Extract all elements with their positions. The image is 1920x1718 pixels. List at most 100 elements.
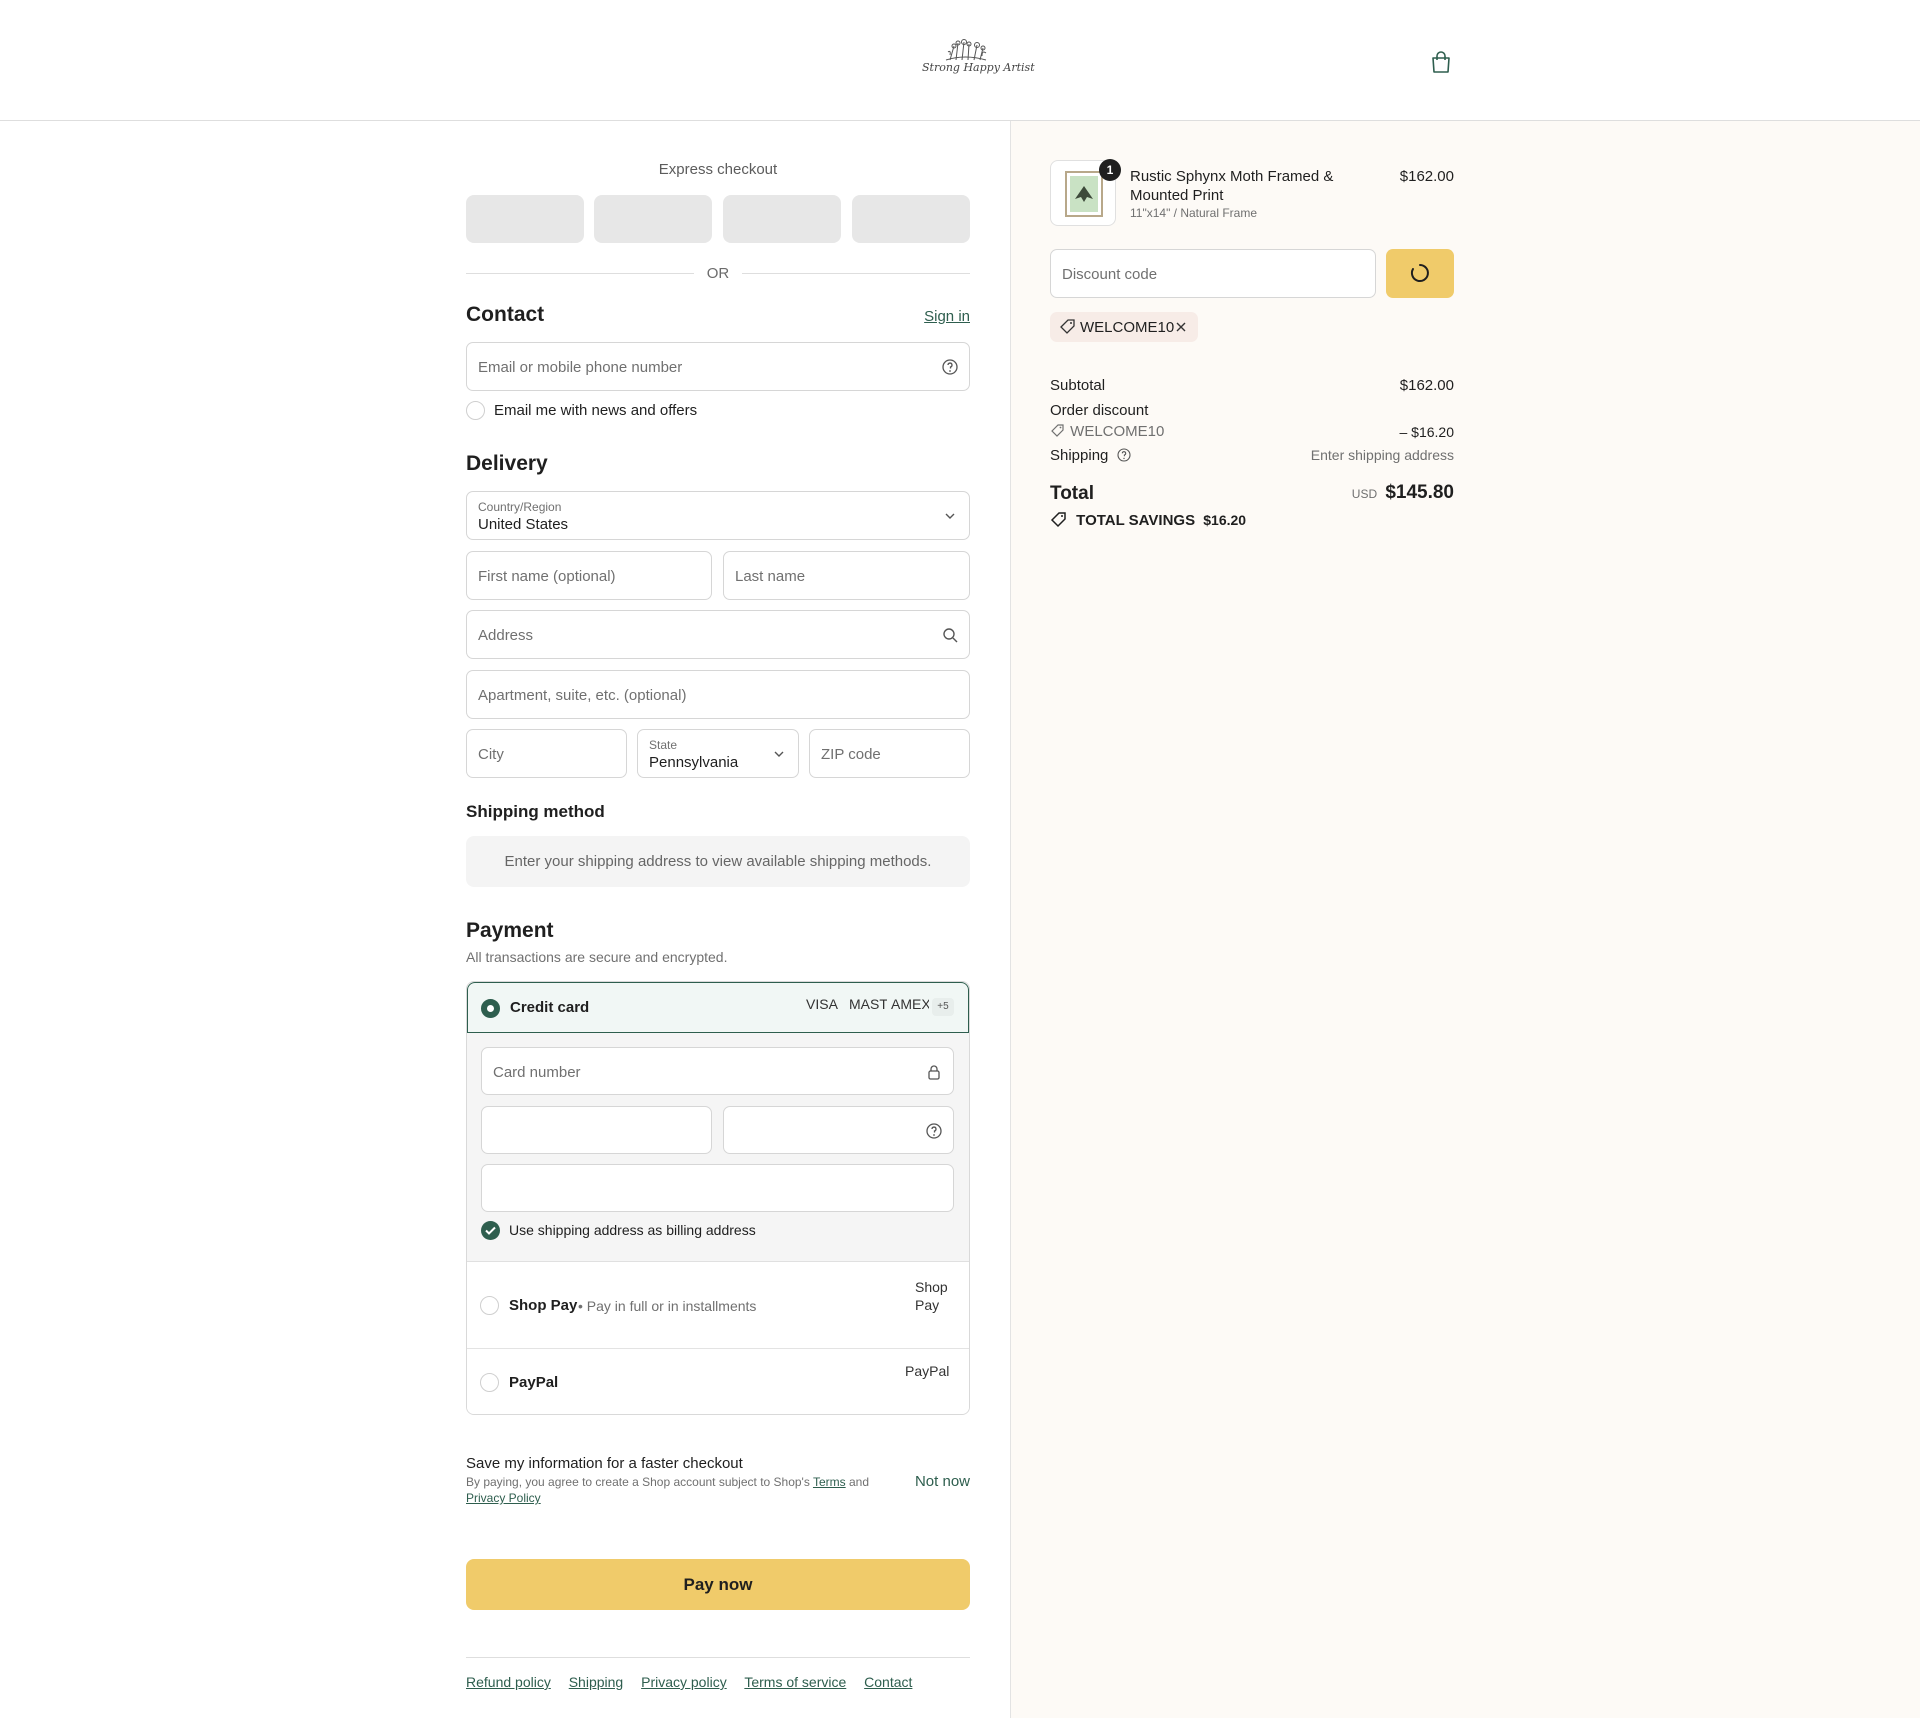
subtotal-label: Subtotal (1050, 377, 1106, 394)
amex-logo: AMEX (891, 996, 929, 1012)
first-name-field[interactable]: First name (optional) (466, 551, 712, 600)
footer-link-shipping[interactable]: Shipping (569, 1674, 624, 1690)
mastercard-logo: MASTER (849, 996, 887, 1012)
total-savings-value: $16.20 (1203, 512, 1247, 528)
state-value: Pennsylvania (649, 754, 739, 771)
save-info-prefix: By paying, you agree to create a Shop ac… (466, 1475, 813, 1489)
total-savings-line: TOTAL SAVINGS $16.20 (1050, 511, 1246, 529)
not-now-button[interactable]: Not now (915, 1473, 970, 1490)
order-discount-label: Order discount (1050, 402, 1149, 419)
site-header: Strong Happy Artist (0, 0, 1920, 121)
expiration-date-field[interactable] (481, 1106, 712, 1154)
shop-pay-option[interactable]: Shop Pay • Pay in full or in installment… (467, 1262, 969, 1349)
search-icon (943, 628, 958, 643)
card-number-field[interactable]: Card number (481, 1047, 954, 1095)
save-info-text: By paying, you agree to create a Shop ac… (466, 1474, 886, 1506)
footer-link-terms-of-service[interactable]: Terms of service (744, 1674, 846, 1690)
shopping-bag-icon[interactable] (1428, 49, 1454, 75)
pay-now-button[interactable]: Pay now (466, 1559, 970, 1610)
shipping-label: Shipping (1050, 447, 1109, 464)
payment-methods: Credit card VISA MASTER AMEX +5 Card num… (466, 981, 970, 1415)
footer-link-privacy-policy[interactable]: Privacy policy (641, 1674, 727, 1690)
chevron-down-icon (945, 513, 955, 519)
zip-field[interactable]: ZIP code (809, 729, 970, 778)
shipping-label-line: Shipping (1050, 447, 1132, 464)
apartment-placeholder: Apartment, suite, etc. (optional) (478, 687, 687, 704)
security-code-field[interactable] (723, 1106, 954, 1154)
logo-text: Strong Happy Artist (922, 61, 1035, 74)
shop-pay-radio[interactable] (480, 1296, 499, 1315)
name-on-card-field[interactable] (481, 1164, 954, 1212)
discount-code-placeholder: Discount code (1062, 266, 1158, 283)
paypal-radio[interactable] (480, 1373, 499, 1392)
address-field[interactable]: Address (466, 610, 970, 659)
country-value: United States (478, 516, 569, 533)
tag-icon (1060, 319, 1075, 334)
checkmark-icon (485, 1226, 496, 1235)
total-value: $145.80 (1385, 482, 1454, 503)
quantity-badge: 1 (1099, 159, 1121, 181)
product-name: Rustic Sphynx Moth Framed & Mounted Prin… (1130, 168, 1334, 204)
help-circle-icon[interactable] (1116, 447, 1132, 463)
shop-pay-label: Shop Pay (509, 1297, 578, 1314)
lock-icon (928, 1065, 940, 1080)
applied-discount-code: WELCOME10 (1080, 319, 1175, 336)
discount-code-text: WELCOME10 (1070, 423, 1165, 440)
email-placeholder: Email or mobile phone number (478, 359, 683, 376)
delivery-title: Delivery (466, 452, 548, 475)
shipping-method-title: Shipping method (466, 802, 605, 821)
address-placeholder: Address (478, 627, 534, 644)
state-label: State (649, 738, 678, 752)
shipping-value: Enter shipping address (1310, 447, 1454, 463)
help-circle-icon[interactable] (925, 1122, 943, 1140)
footer-link-refund-policy[interactable]: Refund policy (466, 1674, 551, 1690)
order-summary-panel (1010, 121, 1920, 1718)
apply-discount-button[interactable] (1386, 249, 1454, 298)
email-field[interactable]: Email or mobile phone number (466, 342, 970, 391)
payment-title: Payment (466, 919, 554, 942)
product-variant: 11"x14" / Natural Frame (1130, 206, 1258, 220)
close-icon[interactable] (1173, 312, 1191, 342)
more-cards-badge: +5 (932, 998, 954, 1016)
help-circle-icon[interactable] (941, 358, 959, 376)
payment-subtitle: All transactions are secure and encrypte… (466, 949, 728, 965)
news-checkbox-label: Email me with news and offers (494, 402, 698, 419)
chevron-down-icon (774, 751, 784, 757)
billing-same-label: Use shipping address as billing address (509, 1222, 756, 1238)
credit-card-radio[interactable] (481, 999, 500, 1018)
news-checkbox[interactable] (466, 401, 485, 420)
total-line: USD $145.80 (1254, 482, 1454, 504)
last-name-field[interactable]: Last name (723, 551, 970, 600)
total-savings-label: TOTAL SAVINGS (1076, 512, 1196, 529)
or-label: OR (706, 265, 730, 282)
country-select[interactable]: Country/Region United States (466, 491, 970, 540)
paypal-option[interactable]: PayPal PayPal (467, 1349, 969, 1414)
credit-card-option[interactable]: Credit card VISA MASTER AMEX +5 (467, 982, 969, 1033)
discount-code-field[interactable]: Discount code (1050, 249, 1376, 298)
credit-card-form: Card number Use shipping address as bill… (467, 1033, 969, 1262)
express-pay-button-3[interactable] (723, 195, 841, 243)
currency-code: USD (1351, 487, 1378, 501)
express-pay-button-4[interactable] (852, 195, 970, 243)
city-placeholder: City (478, 746, 504, 763)
last-name-placeholder: Last name (735, 568, 806, 585)
express-pay-button-2[interactable] (594, 195, 712, 243)
footer-link-contact[interactable]: Contact (864, 1674, 912, 1690)
or-divider: OR (466, 263, 970, 283)
loading-spinner-icon (1410, 264, 1429, 282)
save-info-and: and (845, 1475, 869, 1489)
privacy-policy-link[interactable]: Privacy Policy (466, 1491, 541, 1505)
shop-pay-logo: Shop Pay (915, 1279, 948, 1313)
total-label: Total (1050, 483, 1094, 504)
state-select[interactable]: State Pennsylvania (637, 729, 799, 778)
express-pay-button-1[interactable] (466, 195, 584, 243)
discount-value: – $16.20 (1399, 424, 1455, 440)
city-field[interactable]: City (466, 729, 627, 778)
apartment-field[interactable]: Apartment, suite, etc. (optional) (466, 670, 970, 719)
billing-same-checkbox[interactable] (481, 1221, 500, 1240)
shipping-method-notice: Enter your shipping address to view avai… (466, 836, 970, 887)
express-checkout-title: Express checkout (658, 161, 778, 178)
terms-link[interactable]: Terms (813, 1475, 846, 1489)
sign-in-link[interactable]: Sign in (924, 308, 970, 325)
footer-links: Refund policy Shipping Privacy policy Te… (466, 1674, 926, 1690)
